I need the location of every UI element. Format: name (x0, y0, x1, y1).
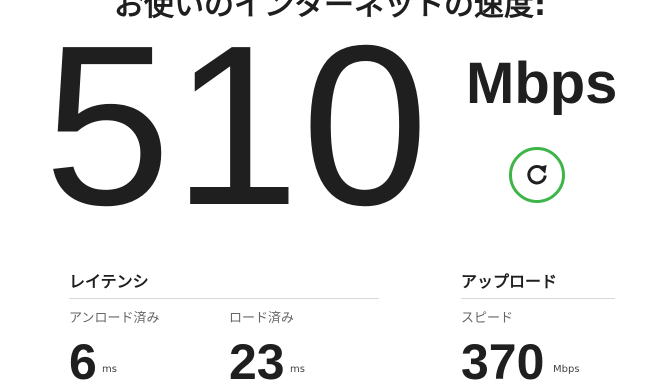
download-speed-value: 510 (44, 0, 431, 253)
upload-speed-label: スピード (461, 311, 514, 326)
latency-heading: レイテンシ (69, 272, 149, 291)
latency-divider (69, 298, 379, 299)
refresh-button[interactable] (509, 147, 565, 203)
refresh-icon (527, 165, 547, 185)
upload-speed-unit: Mbps (553, 364, 580, 375)
loaded-latency-value: 23 (229, 334, 285, 390)
loaded-latency-label: ロード済み (229, 311, 295, 326)
upload-divider (461, 298, 615, 299)
unloaded-latency-unit: ms (102, 364, 117, 375)
unloaded-latency-label: アンロード済み (69, 311, 160, 326)
upload-heading: アップロード (461, 272, 558, 291)
unloaded-latency-value: 6 (69, 334, 97, 390)
upload-speed-value: 370 (461, 334, 545, 390)
loaded-latency-unit: ms (290, 364, 305, 375)
download-speed-unit: Mbps (466, 51, 618, 116)
